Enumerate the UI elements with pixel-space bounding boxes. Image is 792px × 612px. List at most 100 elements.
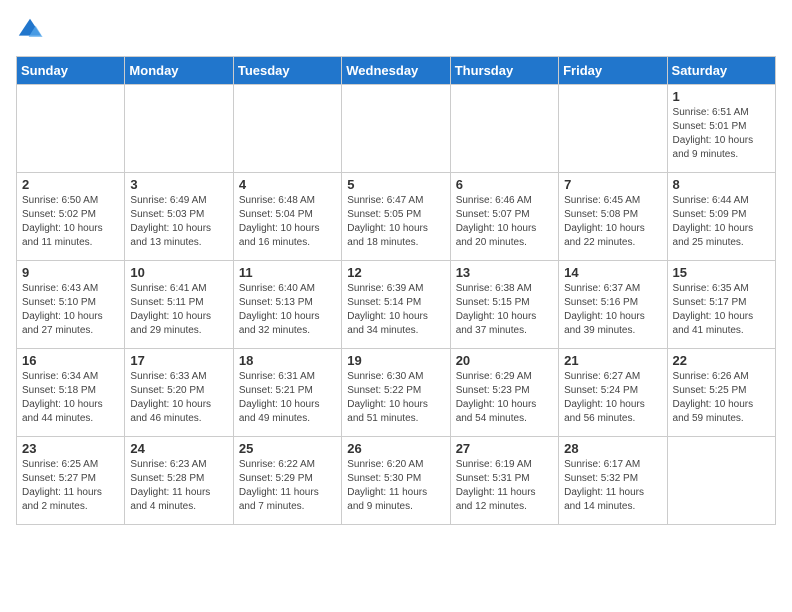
calendar-cell: 19Sunrise: 6:30 AM Sunset: 5:22 PM Dayli… — [342, 349, 450, 437]
calendar-cell: 3 Sunrise: 6:49 AM Sunset: 5:03 PM Daylig… — [125, 173, 233, 261]
day-info: Sunrise: 6:37 AM Sunset: 5:16 PM Dayligh… — [564, 282, 661, 338]
day-number: 21 — [564, 353, 661, 368]
day-number: 15 — [673, 265, 770, 280]
calendar-cell: 16 Sunrise: 6:34 AM Sunset: 5:18 PM Dayli… — [17, 349, 125, 437]
day-info: Sunrise: 6:27 AM Sunset: 5:24 PM Dayligh… — [564, 370, 661, 426]
day-info: Sunrise: 6:34 AM Sunset: 5:18 PM Dayligh… — [22, 370, 119, 426]
calendar-cell: 5 Sunrise: 6:47 AM Sunset: 5:05 PM Daylig… — [342, 173, 450, 261]
calendar-cell — [559, 85, 667, 173]
day-number: 1 — [673, 89, 770, 104]
day-number: 20 — [456, 353, 553, 368]
calendar-cell: 13Sunrise: 6:38 AM Sunset: 5:15 PM Dayli… — [450, 261, 558, 349]
week-row-2: 2Sunrise: 6:50 AM Sunset: 5:02 PM Daylig… — [17, 173, 776, 261]
day-info: Sunrise: 6:29 AM Sunset: 5:23 PM Dayligh… — [456, 370, 553, 426]
day-number: 24 — [130, 441, 227, 456]
day-number: 9 — [22, 265, 119, 280]
day-number: 17 — [130, 353, 227, 368]
calendar-cell: 4 Sunrise: 6:48 AM Sunset: 5:04 PM Daylig… — [233, 173, 341, 261]
day-number: 6 — [456, 177, 553, 192]
calendar-cell: 28 Sunrise: 6:17 AM Sunset: 5:32 PM Dayli… — [559, 437, 667, 525]
calendar-cell: 21 Sunrise: 6:27 AM Sunset: 5:24 PM Dayli… — [559, 349, 667, 437]
day-number: 11 — [239, 265, 336, 280]
day-number: 16 — [22, 353, 119, 368]
calendar-cell: 12Sunrise: 6:39 AM Sunset: 5:14 PM Dayli… — [342, 261, 450, 349]
day-number: 4 — [239, 177, 336, 192]
calendar-cell — [125, 85, 233, 173]
calendar-cell: 7 Sunrise: 6:45 AM Sunset: 5:08 PM Daylig… — [559, 173, 667, 261]
day-number: 18 — [239, 353, 336, 368]
day-info: Sunrise: 6:48 AM Sunset: 5:04 PM Dayligh… — [239, 194, 336, 250]
day-info: Sunrise: 6:38 AM Sunset: 5:15 PM Dayligh… — [456, 282, 553, 338]
weekday-header-friday: Friday — [559, 57, 667, 85]
week-row-4: 16 Sunrise: 6:34 AM Sunset: 5:18 PM Dayli… — [17, 349, 776, 437]
logo — [16, 16, 48, 44]
day-number: 5 — [347, 177, 444, 192]
day-info: Sunrise: 6:25 AM Sunset: 5:27 PM Dayligh… — [22, 458, 119, 514]
calendar-cell: 11 Sunrise: 6:40 AM Sunset: 5:13 PM Dayli… — [233, 261, 341, 349]
day-number: 19 — [347, 353, 444, 368]
day-info: Sunrise: 6:19 AM Sunset: 5:31 PM Dayligh… — [456, 458, 553, 514]
calendar-cell: 1 Sunrise: 6:51 AM Sunset: 5:01 PM Daylig… — [667, 85, 775, 173]
calendar-cell: 9 Sunrise: 6:43 AM Sunset: 5:10 PM Daylig… — [17, 261, 125, 349]
calendar-cell: 27 Sunrise: 6:19 AM Sunset: 5:31 PM Dayli… — [450, 437, 558, 525]
day-info: Sunrise: 6:26 AM Sunset: 5:25 PM Dayligh… — [673, 370, 770, 426]
day-info: Sunrise: 6:33 AM Sunset: 5:20 PM Dayligh… — [130, 370, 227, 426]
day-info: Sunrise: 6:45 AM Sunset: 5:08 PM Dayligh… — [564, 194, 661, 250]
weekday-header-saturday: Saturday — [667, 57, 775, 85]
day-number: 10 — [130, 265, 227, 280]
day-info: Sunrise: 6:47 AM Sunset: 5:05 PM Dayligh… — [347, 194, 444, 250]
calendar-cell — [233, 85, 341, 173]
weekday-header-monday: Monday — [125, 57, 233, 85]
calendar-cell: 22 Sunrise: 6:26 AM Sunset: 5:25 PM Dayli… — [667, 349, 775, 437]
weekday-header-thursday: Thursday — [450, 57, 558, 85]
calendar-body: 1 Sunrise: 6:51 AM Sunset: 5:01 PM Daylig… — [17, 85, 776, 525]
day-info: Sunrise: 6:49 AM Sunset: 5:03 PM Dayligh… — [130, 194, 227, 250]
day-info: Sunrise: 6:23 AM Sunset: 5:28 PM Dayligh… — [130, 458, 227, 514]
day-info: Sunrise: 6:41 AM Sunset: 5:11 PM Dayligh… — [130, 282, 227, 338]
day-info: Sunrise: 6:40 AM Sunset: 5:13 PM Dayligh… — [239, 282, 336, 338]
day-number: 8 — [673, 177, 770, 192]
weekday-row: SundayMondayTuesdayWednesdayThursdayFrid… — [17, 57, 776, 85]
calendar-cell: 6 Sunrise: 6:46 AM Sunset: 5:07 PM Daylig… — [450, 173, 558, 261]
week-row-5: 23 Sunrise: 6:25 AM Sunset: 5:27 PM Dayli… — [17, 437, 776, 525]
calendar-cell: 8 Sunrise: 6:44 AM Sunset: 5:09 PM Daylig… — [667, 173, 775, 261]
calendar-cell: 24 Sunrise: 6:23 AM Sunset: 5:28 PM Dayli… — [125, 437, 233, 525]
calendar-table: SundayMondayTuesdayWednesdayThursdayFrid… — [16, 56, 776, 525]
calendar-cell: 15 Sunrise: 6:35 AM Sunset: 5:17 PM Dayli… — [667, 261, 775, 349]
calendar-cell: 10 Sunrise: 6:41 AM Sunset: 5:11 PM Dayli… — [125, 261, 233, 349]
day-number: 25 — [239, 441, 336, 456]
weekday-header-wednesday: Wednesday — [342, 57, 450, 85]
weekday-header-sunday: Sunday — [17, 57, 125, 85]
day-info: Sunrise: 6:43 AM Sunset: 5:10 PM Dayligh… — [22, 282, 119, 338]
day-info: Sunrise: 6:50 AM Sunset: 5:02 PM Dayligh… — [22, 194, 119, 250]
calendar-cell: 2Sunrise: 6:50 AM Sunset: 5:02 PM Daylig… — [17, 173, 125, 261]
calendar-cell: 18 Sunrise: 6:31 AM Sunset: 5:21 PM Dayli… — [233, 349, 341, 437]
day-number: 27 — [456, 441, 553, 456]
day-info: Sunrise: 6:20 AM Sunset: 5:30 PM Dayligh… — [347, 458, 444, 514]
day-info: Sunrise: 6:51 AM Sunset: 5:01 PM Dayligh… — [673, 106, 770, 162]
calendar-cell: 23 Sunrise: 6:25 AM Sunset: 5:27 PM Dayli… — [17, 437, 125, 525]
day-info: Sunrise: 6:17 AM Sunset: 5:32 PM Dayligh… — [564, 458, 661, 514]
day-number: 12 — [347, 265, 444, 280]
calendar-cell: 26Sunrise: 6:20 AM Sunset: 5:30 PM Dayli… — [342, 437, 450, 525]
calendar-cell — [450, 85, 558, 173]
calendar-cell: 14Sunrise: 6:37 AM Sunset: 5:16 PM Dayli… — [559, 261, 667, 349]
week-row-3: 9 Sunrise: 6:43 AM Sunset: 5:10 PM Daylig… — [17, 261, 776, 349]
calendar-header: SundayMondayTuesdayWednesdayThursdayFrid… — [17, 57, 776, 85]
calendar-cell — [17, 85, 125, 173]
day-number: 7 — [564, 177, 661, 192]
day-number: 28 — [564, 441, 661, 456]
day-number: 23 — [22, 441, 119, 456]
day-info: Sunrise: 6:35 AM Sunset: 5:17 PM Dayligh… — [673, 282, 770, 338]
page-header — [16, 16, 776, 44]
day-number: 22 — [673, 353, 770, 368]
day-number: 3 — [130, 177, 227, 192]
day-info: Sunrise: 6:46 AM Sunset: 5:07 PM Dayligh… — [456, 194, 553, 250]
calendar-cell — [667, 437, 775, 525]
calendar-cell: 17 Sunrise: 6:33 AM Sunset: 5:20 PM Dayli… — [125, 349, 233, 437]
weekday-header-tuesday: Tuesday — [233, 57, 341, 85]
day-info: Sunrise: 6:44 AM Sunset: 5:09 PM Dayligh… — [673, 194, 770, 250]
day-info: Sunrise: 6:31 AM Sunset: 5:21 PM Dayligh… — [239, 370, 336, 426]
calendar-cell: 25 Sunrise: 6:22 AM Sunset: 5:29 PM Dayli… — [233, 437, 341, 525]
day-info: Sunrise: 6:22 AM Sunset: 5:29 PM Dayligh… — [239, 458, 336, 514]
